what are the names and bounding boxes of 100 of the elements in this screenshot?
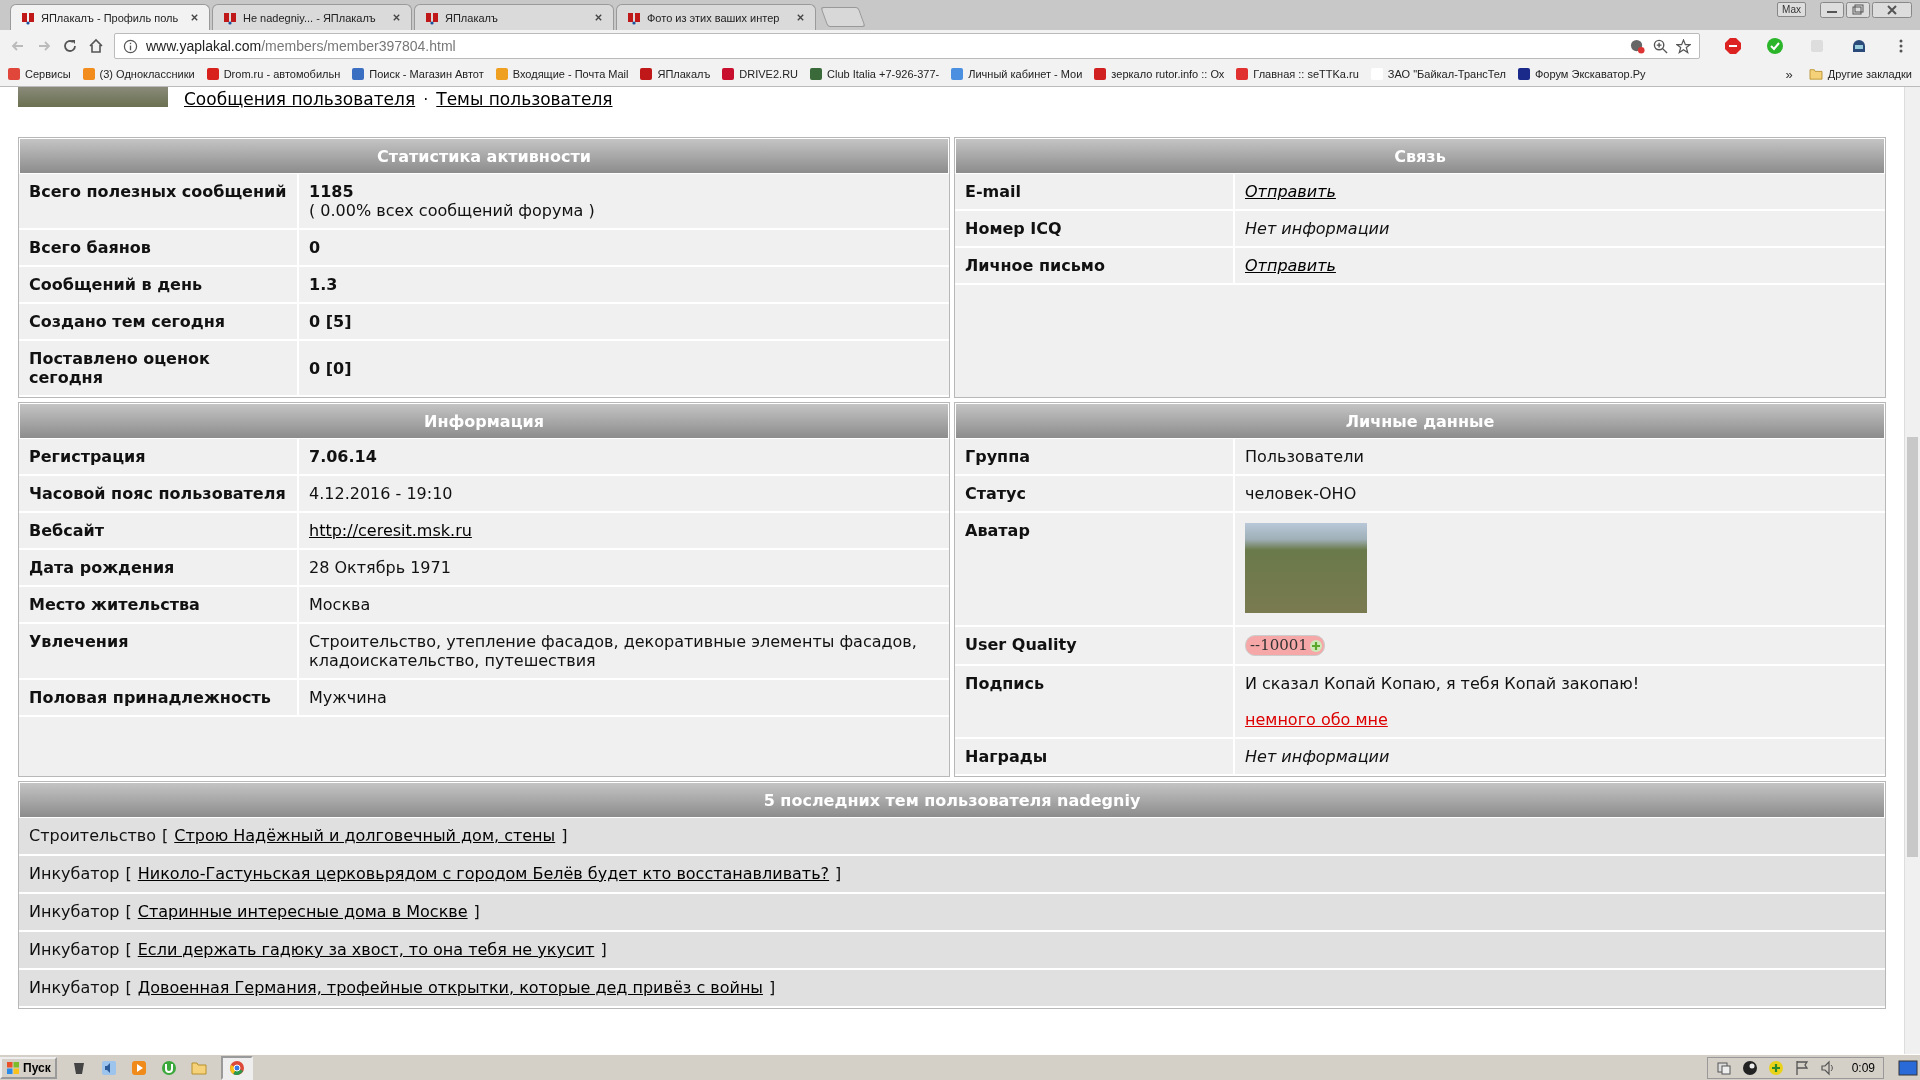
bookmark-link[interactable]: Главная :: seTTKa.ru bbox=[1236, 68, 1359, 80]
close-icon[interactable] bbox=[190, 13, 199, 22]
network-icon[interactable] bbox=[1715, 1059, 1732, 1076]
field-label: Место жительства bbox=[19, 587, 299, 622]
bracket: [ bbox=[162, 826, 169, 846]
bookmark-link[interactable]: Входящие - Почта Mail bbox=[495, 68, 629, 80]
show-desktop-icon[interactable] bbox=[1898, 1059, 1918, 1076]
send-link[interactable]: Отправить bbox=[1245, 256, 1336, 275]
address-field[interactable]: www.yaplakal.com/members/member397804.html bbox=[114, 33, 1700, 59]
bookmark-link[interactable]: (3) Одноклассники bbox=[82, 68, 195, 80]
bookmark-link[interactable]: Club Italia +7-926-377- bbox=[810, 68, 940, 80]
user-topics-link[interactable]: Темы пользователя bbox=[436, 89, 613, 109]
browser-tab[interactable]: Фото из этих ваших интер bbox=[616, 4, 816, 30]
info-icon bbox=[123, 38, 138, 54]
windows-logo-icon bbox=[6, 1060, 20, 1075]
bookmark-link[interactable]: зеркало rutor.info :: Ох bbox=[1094, 68, 1225, 80]
send-link[interactable]: Отправить bbox=[1245, 182, 1336, 201]
website-link[interactable]: http://ceresit.msk.ru bbox=[309, 521, 472, 540]
panel-header: Информация bbox=[19, 403, 949, 439]
more-bookmarks-button[interactable]: » bbox=[1781, 66, 1797, 82]
field-value: 1.3 bbox=[309, 275, 338, 294]
field-label: Дата рождения bbox=[19, 550, 299, 585]
field-value: Строительство, утепление фасадов, декоративные элементы фасадов, кладоискательство, путешествия bbox=[309, 632, 918, 670]
scrollbar-thumb[interactable] bbox=[1907, 437, 1918, 857]
bracket: ] bbox=[473, 902, 480, 922]
browser-tab[interactable]: ЯПлакалъ bbox=[414, 4, 614, 30]
field-label: Вебсайт bbox=[19, 513, 299, 548]
about-me-link[interactable]: немного обо мне bbox=[1245, 710, 1388, 729]
zoom-icon[interactable] bbox=[1653, 38, 1668, 54]
bookmark-link[interactable]: Сервисы bbox=[8, 68, 71, 80]
topic-link[interactable]: Николо-Гастуньская церковьрядом с городом Белёв будет кто восстанавливать? bbox=[137, 864, 830, 884]
field-value: Москва bbox=[309, 595, 371, 614]
close-icon[interactable] bbox=[594, 13, 603, 22]
other-bookmarks-folder[interactable]: Другие закладки bbox=[1808, 68, 1912, 80]
topic-link[interactable]: Строю Надёжный и долговечный дом, стены bbox=[174, 826, 556, 846]
field-label: Всего баянов bbox=[19, 230, 299, 265]
blocked-cookie-icon[interactable] bbox=[1630, 38, 1645, 54]
ball-icon[interactable] bbox=[1741, 1059, 1758, 1076]
field-label: Сообщений в день bbox=[19, 267, 299, 302]
separator-dot: · bbox=[423, 89, 429, 109]
bracket: [ bbox=[125, 940, 132, 960]
site-logo-icon bbox=[21, 10, 35, 25]
plus-icon[interactable] bbox=[1767, 1059, 1784, 1076]
minimize-icon[interactable] bbox=[1820, 2, 1844, 18]
bookmark-link[interactable]: Форум Экскаватор.Ру bbox=[1518, 68, 1646, 80]
quality-badge: --10001 bbox=[1245, 635, 1325, 656]
field-value: 7.06.14 bbox=[309, 447, 377, 466]
forum-name: Строительство bbox=[29, 826, 156, 846]
field-value: 0 bbox=[309, 238, 321, 257]
field-value: 0 [5] bbox=[309, 312, 352, 331]
forum-name: Инкубатор bbox=[29, 940, 120, 960]
robot-icon[interactable] bbox=[1850, 37, 1868, 55]
bookmark-link[interactable]: Drom.ru - автомобильн bbox=[206, 68, 341, 80]
close-icon[interactable] bbox=[392, 13, 401, 22]
star-icon[interactable] bbox=[1676, 38, 1691, 54]
stop-sign-icon[interactable] bbox=[1724, 37, 1742, 55]
browser-tab[interactable]: Не nadegniy... - ЯПлакалъ bbox=[212, 4, 412, 30]
flag-icon[interactable] bbox=[1793, 1059, 1810, 1076]
field-value: Нет информации bbox=[1245, 747, 1390, 766]
start-button[interactable]: Пуск bbox=[0, 1056, 57, 1079]
torrent-icon[interactable] bbox=[160, 1059, 177, 1076]
forum-name: Инкубатор bbox=[29, 978, 120, 998]
bookmark-link[interactable]: DRIVE2.RU bbox=[722, 68, 799, 80]
bracket: ] bbox=[835, 864, 842, 884]
panel-header: Статистика активности bbox=[19, 138, 949, 174]
profile-button[interactable]: Max bbox=[1777, 2, 1806, 17]
field-label: Награды bbox=[955, 739, 1235, 774]
field-label: Всего полезных сообщений bbox=[19, 174, 299, 228]
field-label: Регистрация bbox=[19, 439, 299, 474]
checkmark-icon[interactable] bbox=[1766, 37, 1784, 55]
restore-icon[interactable] bbox=[1846, 2, 1870, 18]
speaker-icon[interactable] bbox=[100, 1059, 117, 1076]
field-value: 0 [0] bbox=[309, 358, 352, 378]
close-icon[interactable] bbox=[796, 13, 805, 22]
field-label: E-mail bbox=[955, 174, 1235, 209]
field-label: Подпись bbox=[955, 666, 1235, 737]
chrome-icon[interactable] bbox=[220, 1055, 253, 1080]
topic-link[interactable]: Старинные интересные дома в Москве bbox=[137, 902, 468, 922]
folder-icon bbox=[1808, 68, 1823, 80]
home-icon[interactable] bbox=[88, 38, 104, 54]
play-icon[interactable] bbox=[130, 1059, 147, 1076]
topic-link[interactable]: Если держать гадюку за хвост, то она тебя не укусит bbox=[137, 940, 595, 960]
bookmark-link[interactable]: Поиск - Магазин Автот bbox=[352, 68, 484, 80]
panel-header: Связь bbox=[955, 138, 1885, 174]
bookmark-link[interactable]: Личный кабинет - Мои bbox=[951, 68, 1083, 80]
field-value: 28 Октябрь 1971 bbox=[309, 558, 451, 577]
field-label: Половая принадлежность bbox=[19, 680, 299, 715]
speaker-icon[interactable] bbox=[1819, 1059, 1836, 1076]
reload-icon[interactable] bbox=[62, 38, 78, 54]
topic-link[interactable]: Довоенная Германия, трофейные открытки, которые дед привёз с войны bbox=[137, 978, 763, 998]
close-icon[interactable] bbox=[1872, 2, 1912, 18]
field-value: человек-ОНО bbox=[1245, 484, 1357, 503]
scrollbar[interactable] bbox=[1904, 87, 1920, 1054]
browser-tab[interactable]: ЯПлакалъ - Профиль поль bbox=[10, 4, 210, 30]
site-logo-icon bbox=[223, 10, 237, 25]
bookmark-link[interactable]: ЗАО "Байкал-ТрансТел bbox=[1370, 68, 1506, 80]
panel-header: 5 последних тем пользователя nadegniy bbox=[19, 782, 1885, 818]
clock-time: 0:09 bbox=[1851, 1060, 1875, 1075]
bookmark-link[interactable]: ЯПлакалъ bbox=[640, 68, 711, 80]
user-messages-link[interactable]: Сообщения пользователя bbox=[184, 89, 416, 109]
